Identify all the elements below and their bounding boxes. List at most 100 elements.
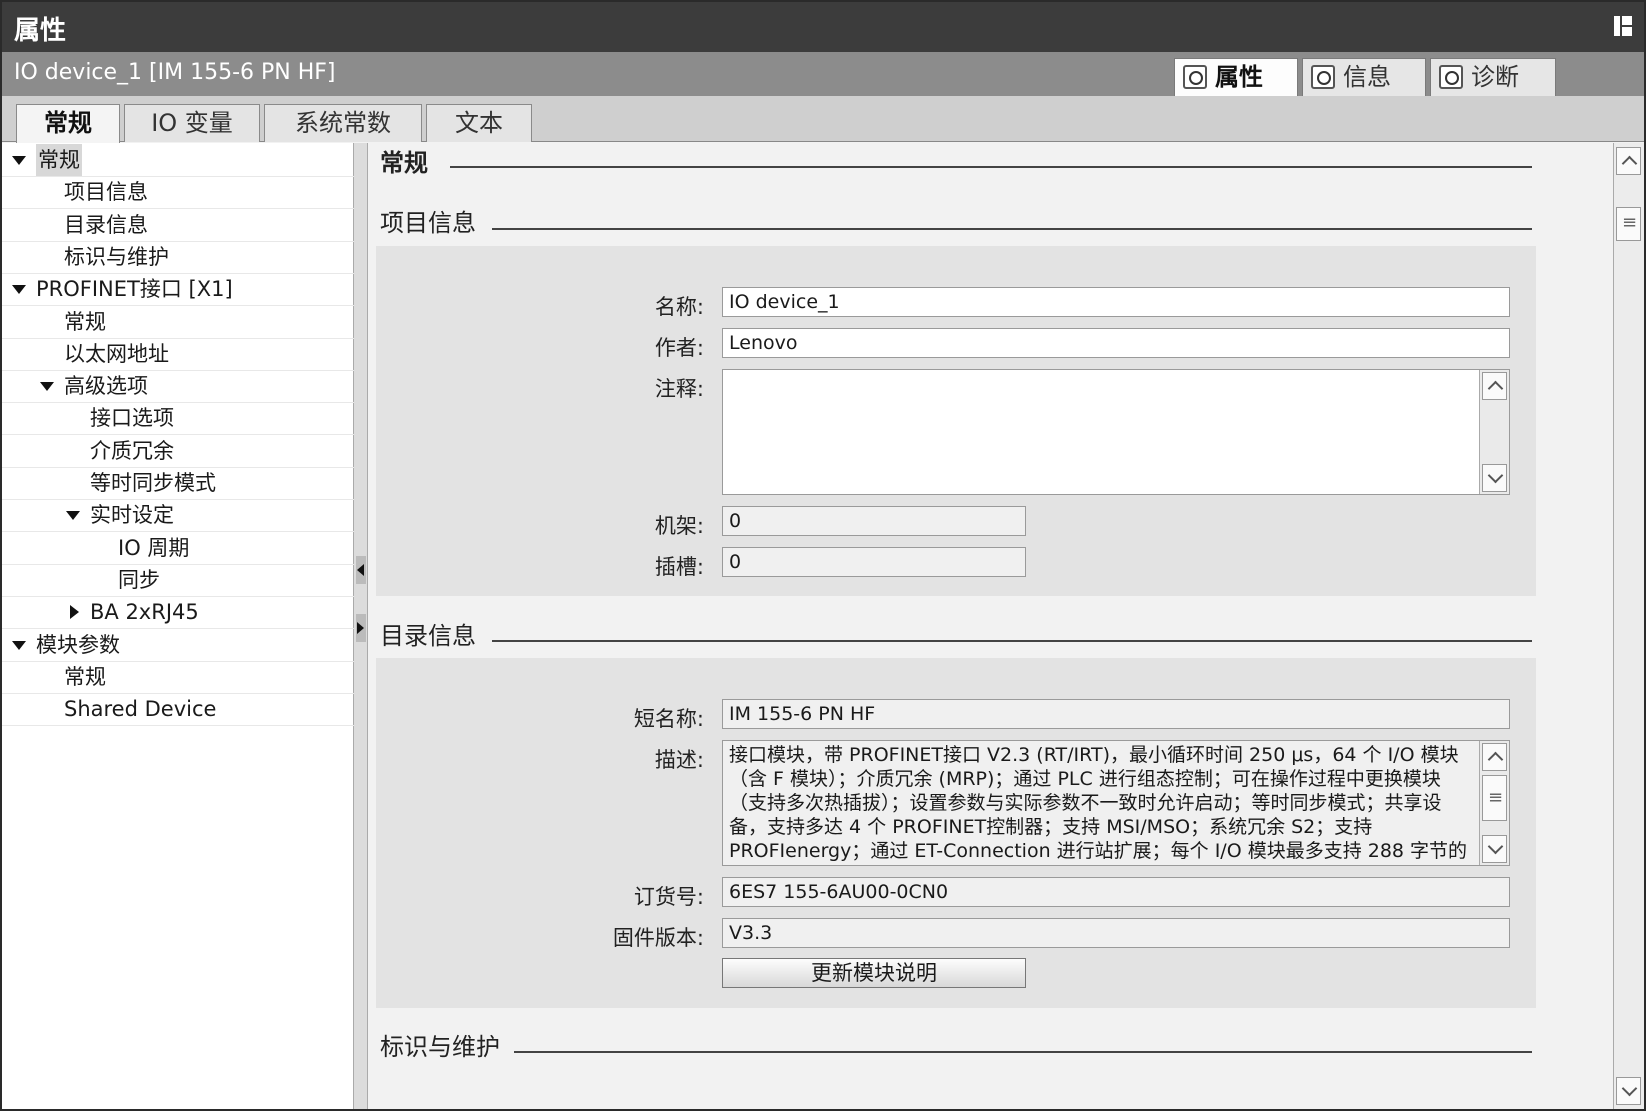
collapse-arrow-icon[interactable]	[12, 156, 26, 165]
sidebar-item-label: 目录信息	[64, 212, 148, 237]
splitter[interactable]	[354, 143, 368, 1109]
collapse-arrow-icon[interactable]	[40, 382, 54, 392]
tab-diagnostics-label: 诊断	[1471, 63, 1519, 91]
device-header: IO device_1 [IM 155-6 PN HF] 属性 信息 诊断	[2, 52, 1644, 98]
sidebar-item-label: 模块参数	[36, 632, 120, 657]
sidebar-item-label: 标识与维护	[64, 244, 169, 269]
tab-general[interactable]: 常规	[16, 104, 120, 144]
sidebar-item-label: 以太网地址	[64, 341, 169, 366]
info-icon	[1311, 65, 1335, 89]
name-input[interactable]: IO device_1	[722, 287, 1510, 317]
project-info-panel: 名称: IO device_1 作者: Lenovo 注释: 机架: 0 插槽:…	[376, 246, 1536, 596]
tab-io-tags[interactable]: IO 变量	[124, 104, 260, 142]
properties-window: 属性 IO device_1 [IM 155-6 PN HF] 属性 信息 诊断…	[0, 0, 1646, 1111]
collapse-arrow-icon[interactable]	[12, 640, 26, 650]
description-text: 接口模块，带 PROFINET接口 V2.3 (RT/IRT)，最小循环时间 2…	[729, 744, 1468, 865]
description-textarea[interactable]: 接口模块，带 PROFINET接口 V2.3 (RT/IRT)，最小循环时间 2…	[722, 740, 1510, 866]
sidebar-item-label: BA 2xRJ45	[90, 600, 199, 625]
scroll-up-icon[interactable]	[1616, 147, 1641, 175]
tab-properties[interactable]: 属性	[1174, 58, 1298, 98]
device-title: IO device_1 [IM 155-6 PN HF]	[14, 60, 336, 85]
divider	[514, 1051, 1532, 1053]
sidebar-item-label: 介质冗余	[90, 438, 174, 463]
order-number-field: 6ES7 155-6AU00-0CN0	[722, 877, 1510, 907]
scroll-thumb[interactable]	[1482, 775, 1507, 821]
scroll-down-icon[interactable]	[1616, 1077, 1641, 1105]
firmware-field: V3.3	[722, 918, 1510, 948]
divider	[492, 228, 1532, 230]
author-label: 作者:	[654, 336, 704, 360]
sidebar-item-label: 等时同步模式	[90, 471, 216, 495]
sidebar-item-label: 高级选项	[64, 374, 148, 399]
sidebar-item-label: 接口选项	[90, 406, 174, 431]
sidebar-item-label: 同步	[118, 567, 160, 592]
name-label: 名称:	[654, 295, 704, 319]
author-input[interactable]: Lenovo	[722, 328, 1510, 358]
sidebar-item[interactable]: 常规	[2, 661, 354, 694]
tab-system-constants[interactable]: 系统常数	[264, 104, 422, 142]
subtab-bar: 常规 IO 变量 系统常数 文本	[2, 96, 1644, 144]
slot-label: 插槽:	[654, 555, 704, 579]
main-scrollbar[interactable]	[1613, 143, 1644, 1109]
expand-arrow-icon[interactable]	[70, 605, 79, 620]
description-scrollbar[interactable]	[1479, 741, 1509, 865]
properties-icon	[1183, 65, 1207, 89]
collapse-arrow-icon[interactable]	[12, 285, 26, 295]
comment-textarea[interactable]	[722, 369, 1510, 495]
tab-info-label: 信息	[1343, 63, 1391, 91]
sidebar-item-label: 常规	[64, 309, 106, 334]
tab-info[interactable]: 信息	[1302, 58, 1426, 96]
sidebar-item[interactable]: PROFINET接口 [X1]	[2, 273, 354, 307]
sidebar-item[interactable]: 等时同步模式	[2, 467, 354, 500]
scroll-down-icon[interactable]	[1482, 464, 1507, 492]
expand-right-icon[interactable]	[356, 614, 366, 642]
window-title: 属性	[14, 16, 67, 46]
scroll-down-icon[interactable]	[1482, 835, 1507, 863]
sidebar-item-label: Shared Device	[64, 697, 217, 722]
collapse-left-icon[interactable]	[356, 556, 366, 584]
sidebar-item[interactable]: 接口选项	[2, 402, 354, 436]
sidebar-item[interactable]: 同步	[2, 564, 354, 597]
sidebar-item[interactable]: 目录信息	[2, 209, 354, 242]
collapse-arrow-icon[interactable]	[66, 511, 80, 521]
sidebar-item-label: PROFINET接口 [X1]	[36, 277, 233, 302]
comment-label: 注释:	[654, 377, 704, 401]
sidebar-item[interactable]: 介质冗余	[2, 435, 354, 468]
scroll-thumb[interactable]	[1616, 207, 1641, 241]
pin-icon[interactable]	[1614, 16, 1632, 36]
tab-diagnostics[interactable]: 诊断	[1430, 58, 1556, 96]
sidebar-item-label: IO 周期	[118, 535, 190, 560]
divider	[492, 640, 1532, 642]
update-module-button[interactable]: 更新模块说明	[722, 958, 1026, 988]
sidebar-item-label: 常规	[36, 144, 82, 176]
comment-scrollbar[interactable]	[1479, 370, 1509, 494]
scroll-up-icon[interactable]	[1482, 743, 1507, 771]
section-general-title: 常规	[380, 149, 428, 177]
navigation-tree: 常规 项目信息 目录信息 标识与维护 PROFINET接口 [X1] 常规 以太网地址 高级选…	[2, 143, 354, 1109]
sidebar-item-label: 常规	[64, 664, 106, 689]
title-bar: 属性	[2, 2, 1644, 52]
sidebar-item[interactable]: BA 2xRJ45	[2, 596, 354, 630]
sidebar-item[interactable]: Shared Device	[2, 693, 354, 727]
diagnostics-icon	[1439, 65, 1463, 89]
sidebar-item[interactable]: 模块参数	[2, 629, 354, 662]
project-info-title: 项目信息	[380, 209, 476, 237]
sidebar-item[interactable]: 高级选项	[2, 370, 354, 404]
sidebar-item[interactable]: IO 周期	[2, 532, 354, 565]
order-number-label: 订货号:	[633, 885, 704, 909]
firmware-label: 固件版本:	[612, 926, 704, 950]
description-label: 描述:	[654, 748, 704, 772]
sidebar-item[interactable]: 常规	[2, 306, 354, 339]
sidebar-item[interactable]: 实时设定	[2, 499, 354, 533]
sidebar-item[interactable]: 项目信息	[2, 176, 354, 210]
scroll-up-icon[interactable]	[1482, 372, 1507, 400]
sidebar-item-label: 实时设定	[90, 503, 174, 528]
rack-field: 0	[722, 506, 1026, 536]
tab-texts[interactable]: 文本	[426, 104, 532, 142]
sidebar-item[interactable]: 常规	[2, 144, 354, 177]
rack-label: 机架:	[654, 514, 704, 538]
sidebar-item[interactable]: 标识与维护	[2, 241, 354, 274]
divider	[450, 166, 1532, 168]
maintenance-title: 标识与维护	[380, 1033, 500, 1061]
sidebar-item[interactable]: 以太网地址	[2, 338, 354, 371]
